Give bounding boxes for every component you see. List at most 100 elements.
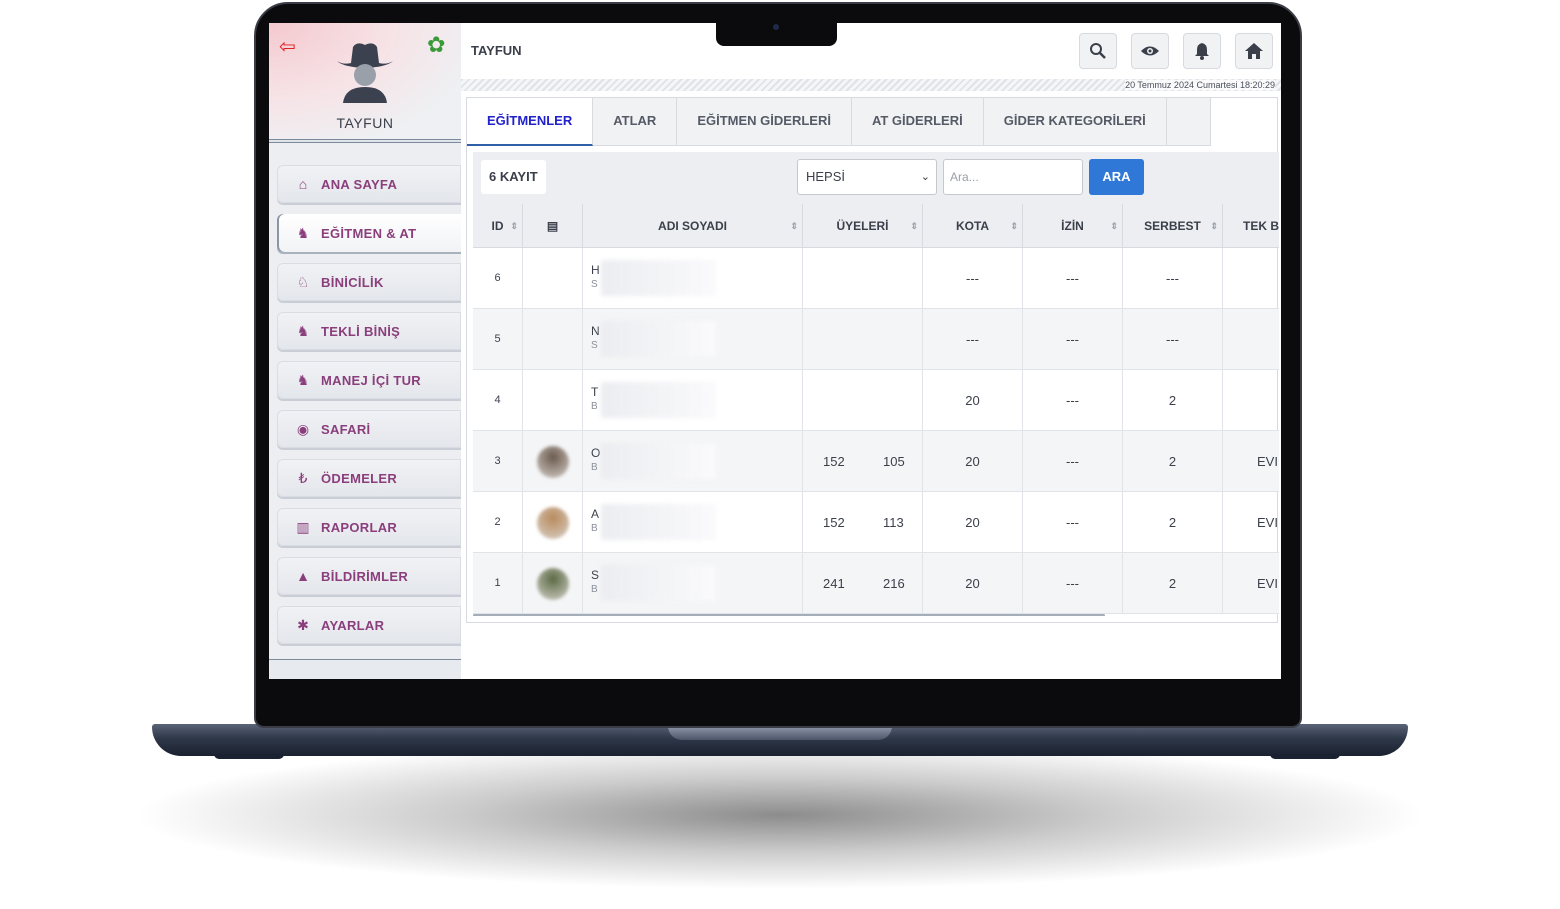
- bell-icon[interactable]: [1183, 33, 1221, 69]
- free-value: 2: [1123, 431, 1223, 492]
- name-cell[interactable]: NS: [583, 309, 803, 370]
- tab-spacer: [1166, 98, 1211, 146]
- photo-cell: [523, 431, 583, 492]
- instructor-name: O: [591, 446, 601, 460]
- filter-select[interactable]: HEPSİ ⌄: [797, 159, 937, 195]
- sidebar-item[interactable]: ♞ EĞİTMEN & AT: [277, 214, 461, 252]
- cowboy-avatar-icon: [337, 43, 393, 103]
- sort-icon[interactable]: ⇕: [510, 204, 518, 248]
- name-cell[interactable]: TB: [583, 370, 803, 431]
- sidebar-item-label: RAPORLAR: [321, 519, 398, 535]
- instructor-subtitle: S: [591, 340, 598, 351]
- gear-icon: ✱: [297, 616, 309, 633]
- sidebar-item-label: BİNİCİLİK: [321, 274, 384, 290]
- search-button[interactable]: ARA: [1089, 159, 1144, 195]
- column-header[interactable]: ID ⇕: [473, 204, 523, 248]
- search-icon[interactable]: [1079, 33, 1117, 69]
- column-header[interactable]: SERBEST ⇕: [1123, 204, 1223, 248]
- home-icon[interactable]: [1235, 33, 1273, 69]
- row-id: 5: [473, 309, 523, 370]
- laptop-mockup: ⇦ ✿ TAYFUN ⌂ ANA SAYFA ♞ EĞİTMEN & AT ♘ BİNİC…: [0, 0, 1560, 909]
- chevron-down-icon: ⌄: [920, 171, 930, 183]
- sort-icon[interactable]: ⇕: [1010, 204, 1018, 248]
- sidebar-item[interactable]: ⌂ ANA SAYFA: [277, 165, 461, 203]
- members-active: 216: [883, 576, 905, 591]
- lira-icon: ₺: [298, 469, 308, 486]
- sidebar-item[interactable]: ▥ RAPORLAR: [277, 508, 461, 546]
- name-cell[interactable]: SB: [583, 553, 803, 614]
- table-row[interactable]: 4 T B 20 --- 2: [473, 370, 1279, 431]
- sort-icon[interactable]: ⇕: [910, 204, 918, 248]
- name-cell[interactable]: AB: [583, 492, 803, 553]
- sidebar-item[interactable]: ◉ SAFARİ: [277, 410, 461, 448]
- redacted-text: [601, 260, 716, 296]
- leave-value: ---: [1023, 492, 1123, 553]
- free-value: 2: [1123, 553, 1223, 614]
- tab[interactable]: ATLAR: [593, 98, 678, 146]
- record-count: 6 KAYIT: [481, 160, 546, 194]
- table-row[interactable]: 3 O B 152 105 20 --- 2 EVI: [473, 431, 1279, 492]
- logout-icon[interactable]: ⇦: [279, 37, 303, 57]
- quota-value: 20: [923, 370, 1023, 431]
- instructor-name: N: [591, 324, 600, 338]
- sidebar: ⇦ ✿ TAYFUN ⌂ ANA SAYFA ♞ EĞİTMEN & AT ♘ BİNİC…: [269, 23, 461, 679]
- search-input[interactable]: Ara...: [943, 159, 1083, 195]
- redacted-text: [601, 565, 716, 601]
- table-row[interactable]: 2 A B 152 113 20 --- 2 EVI: [473, 492, 1279, 553]
- laptop-shadow: [130, 740, 1430, 890]
- sort-icon[interactable]: ⇕: [790, 204, 798, 248]
- tab[interactable]: GİDER KATEGORİLERİ: [983, 98, 1167, 146]
- column-header[interactable]: İZİN ⇕: [1023, 204, 1123, 248]
- gear-icon[interactable]: ✿: [427, 33, 451, 57]
- content-panel: EĞİTMENLER ATLAR EĞİTMEN GİDERLERİ AT GİDER…: [466, 97, 1279, 623]
- sort-icon[interactable]: ⇕: [1210, 204, 1218, 248]
- quota-value: 20: [923, 553, 1023, 614]
- table-row[interactable]: 5 N S --- --- ---: [473, 309, 1279, 370]
- horse-icon: ♞: [296, 322, 310, 339]
- redacted-text: [601, 382, 716, 418]
- sort-icon[interactable]: ⇕: [1110, 204, 1118, 248]
- filter-value: HEPSİ: [806, 169, 846, 184]
- table-row[interactable]: 6 H S --- --- ---: [473, 248, 1279, 309]
- tab[interactable]: AT GİDERLERİ: [851, 98, 984, 146]
- single-ride-value: EVI: [1257, 576, 1278, 591]
- horizontal-scrollbar[interactable]: [473, 614, 1105, 616]
- chart-icon: ▥: [296, 518, 310, 535]
- avatar: [537, 568, 569, 600]
- instructor-subtitle: B: [591, 523, 598, 534]
- leave-value: ---: [1023, 309, 1123, 370]
- column-header[interactable]: ▤: [523, 204, 583, 248]
- tab[interactable]: EĞİTMEN GİDERLERİ: [677, 98, 852, 146]
- column-header[interactable]: ADI SOYADI ⇕: [583, 204, 803, 248]
- sidebar-item[interactable]: ▲ BİLDİRİMLER: [277, 557, 461, 595]
- profile-header: ⇦ ✿ TAYFUN: [269, 23, 461, 139]
- photo-cell: [523, 553, 583, 614]
- photo-cell: [523, 248, 583, 309]
- column-header[interactable]: KOTA ⇕: [923, 204, 1023, 248]
- row-id: 4: [473, 370, 523, 431]
- column-header[interactable]: ÜYELERİ ⇕: [803, 204, 923, 248]
- sidebar-item[interactable]: ♘ BİNİCİLİK: [277, 263, 461, 301]
- table-row[interactable]: 1 S B 241 216 20 --- 2 EVI: [473, 553, 1279, 614]
- sidebar-item-label: ÖDEMELER: [321, 470, 398, 486]
- free-value: 2: [1123, 370, 1223, 431]
- sidebar-item[interactable]: ♞ TEKLİ BİNİŞ: [277, 312, 461, 350]
- quota-value: ---: [923, 309, 1023, 370]
- name-cell[interactable]: HS: [583, 248, 803, 309]
- tab[interactable]: EĞİTMENLER: [467, 98, 594, 146]
- compass-icon: ◉: [296, 420, 310, 437]
- single-ride-value: [1223, 248, 1279, 309]
- column-header[interactable]: TEK B: [1223, 204, 1279, 248]
- horse-head-icon: ♘: [296, 273, 310, 290]
- eye-icon[interactable]: [1131, 33, 1169, 69]
- quota-value: 20: [923, 431, 1023, 492]
- photo-cell: [523, 492, 583, 553]
- instructor-icon: ♞: [296, 224, 310, 241]
- sidebar-item[interactable]: ✱ AYARLAR: [277, 606, 461, 644]
- bell-icon: ▲: [296, 568, 310, 584]
- name-cell[interactable]: OB: [583, 431, 803, 492]
- members-cell: [803, 248, 923, 309]
- sidebar-item[interactable]: ₺ ÖDEMELER: [277, 459, 461, 497]
- sidebar-item[interactable]: ♞ MANEJ İÇİ TUR: [277, 361, 461, 399]
- sidebar-item-label: TEKLİ BİNİŞ: [321, 323, 401, 339]
